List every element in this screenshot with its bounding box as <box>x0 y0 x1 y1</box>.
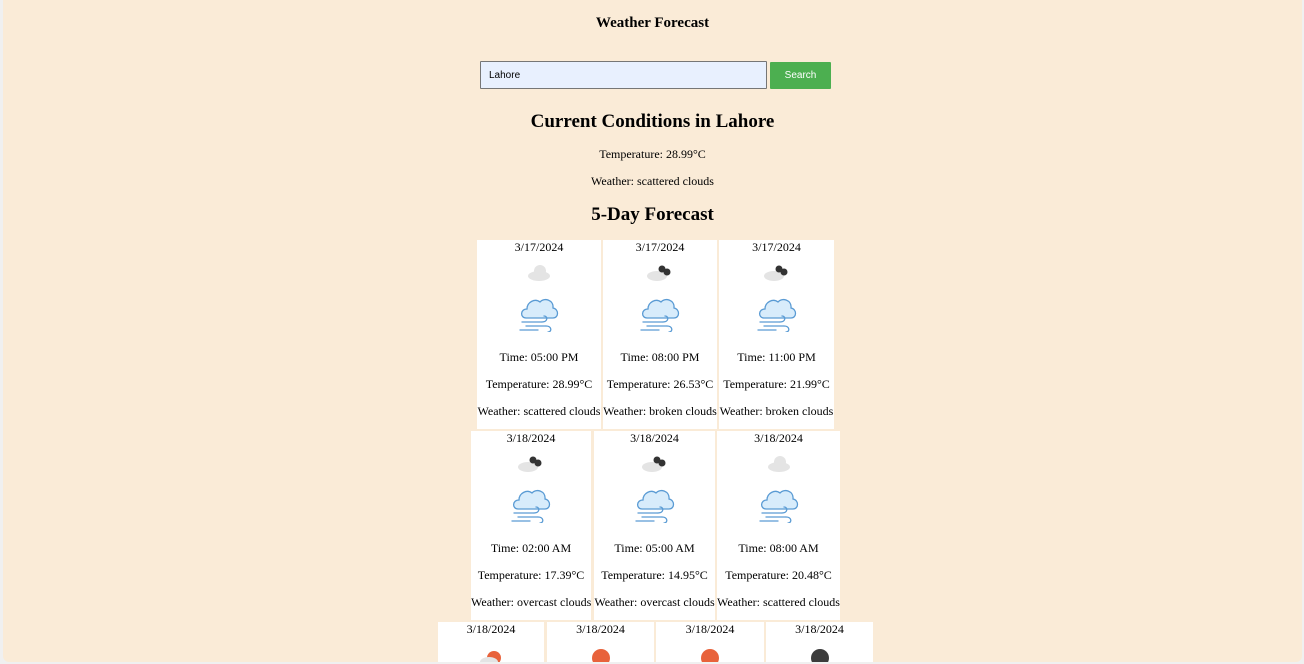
search-form: Search <box>480 61 831 89</box>
cloud-wind-icon <box>511 489 551 523</box>
forecast-time: Time: 11:00 PM <box>737 350 816 364</box>
forecast-date: 3/17/2024 <box>635 240 685 254</box>
forecast-card: 3/17/2024 Time: 08:00 PM Temperature: 26… <box>603 240 717 429</box>
weather-app: Weather Forecast Search Current Conditio… <box>3 0 1302 662</box>
forecast-card: 3/18/2024 <box>547 622 654 662</box>
forecast-temperature: Temperature: 14.95°C <box>601 568 708 582</box>
forecast-time: Time: 08:00 PM <box>620 350 700 364</box>
forecast-date: 3/18/2024 <box>576 622 625 636</box>
forecast-card: 3/17/2024 Time: 11:00 PM Temperature: 21… <box>719 240 834 429</box>
current-conditions-heading: Current Conditions in Lahore <box>530 111 775 132</box>
forecast-temperature: Temperature: 21.99°C <box>723 377 830 391</box>
forecast-temperature: Temperature: 28.99°C <box>485 377 593 391</box>
broken-clouds-icon <box>647 265 671 281</box>
forecast-weather: Weather: scattered clouds <box>477 404 601 418</box>
forecast-card: 3/18/2024 <box>438 622 544 662</box>
forecast-card: 3/18/2024 <box>656 622 764 662</box>
cloud-wind-icon <box>640 298 680 332</box>
forecast-date: 3/18/2024 <box>685 622 735 636</box>
forecast-weather: Weather: broken clouds <box>603 404 717 418</box>
forecast-date: 3/18/2024 <box>754 431 803 445</box>
clear-sky-night-icon <box>810 649 829 662</box>
city-search-input[interactable] <box>480 61 767 89</box>
forecast-card: 3/17/2024 Time: 05:00 PM Temperature: 28… <box>477 240 601 429</box>
forecast-weather: Weather: broken clouds <box>719 404 834 418</box>
current-temperature: Temperature: 28.99°C <box>599 147 706 161</box>
few-clouds-day-icon <box>480 651 501 662</box>
current-weather: Weather: scattered clouds <box>591 174 714 188</box>
overcast-clouds-icon <box>641 456 665 472</box>
search-button[interactable]: Search <box>770 62 831 89</box>
clear-sky-day-icon <box>701 649 719 662</box>
cloud-wind-icon <box>634 489 674 523</box>
forecast-weather: Weather: overcast clouds <box>594 595 715 609</box>
forecast-card: 3/18/2024 Time: 05:00 AM Temperature: 14… <box>594 431 715 620</box>
forecast-card: 3/18/2024 <box>766 622 873 662</box>
clear-sky-day-icon <box>591 649 610 662</box>
forecast-date: 3/17/2024 <box>752 240 801 254</box>
scattered-clouds-icon <box>767 456 790 472</box>
forecast-time: Time: 05:00 AM <box>614 541 695 555</box>
forecast-heading: 5-Day Forecast <box>591 204 714 225</box>
forecast-date: 3/18/2024 <box>630 431 679 445</box>
forecast-weather: Weather: scattered clouds <box>717 595 840 609</box>
forecast-time: Time: 02:00 AM <box>490 541 572 555</box>
forecast-weather: Weather: overcast clouds <box>471 595 591 609</box>
forecast-date: 3/18/2024 <box>795 622 844 636</box>
forecast-card: 3/18/2024 Time: 08:00 AM Temperature: 20… <box>717 431 840 620</box>
broken-clouds-icon <box>763 265 787 281</box>
forecast-date: 3/18/2024 <box>466 622 516 636</box>
forecast-temperature: Temperature: 20.48°C <box>725 568 832 582</box>
forecast-time: Time: 05:00 PM <box>499 350 579 364</box>
forecast-date: 3/17/2024 <box>514 240 564 254</box>
forecast-temperature: Temperature: 17.39°C <box>477 568 585 582</box>
overcast-clouds-icon <box>518 456 542 472</box>
cloud-wind-icon <box>758 489 798 523</box>
cloud-wind-icon <box>519 298 559 332</box>
forecast-time: Time: 08:00 AM <box>738 541 819 555</box>
forecast-card: 3/18/2024 Time: 02:00 AM Temperature: 17… <box>471 431 591 620</box>
cloud-wind-icon <box>756 298 796 332</box>
forecast-date: 3/18/2024 <box>506 431 556 445</box>
app-title: Weather Forecast <box>595 15 710 31</box>
scattered-clouds-icon <box>528 265 550 281</box>
forecast-temperature: Temperature: 26.53°C <box>606 377 714 391</box>
